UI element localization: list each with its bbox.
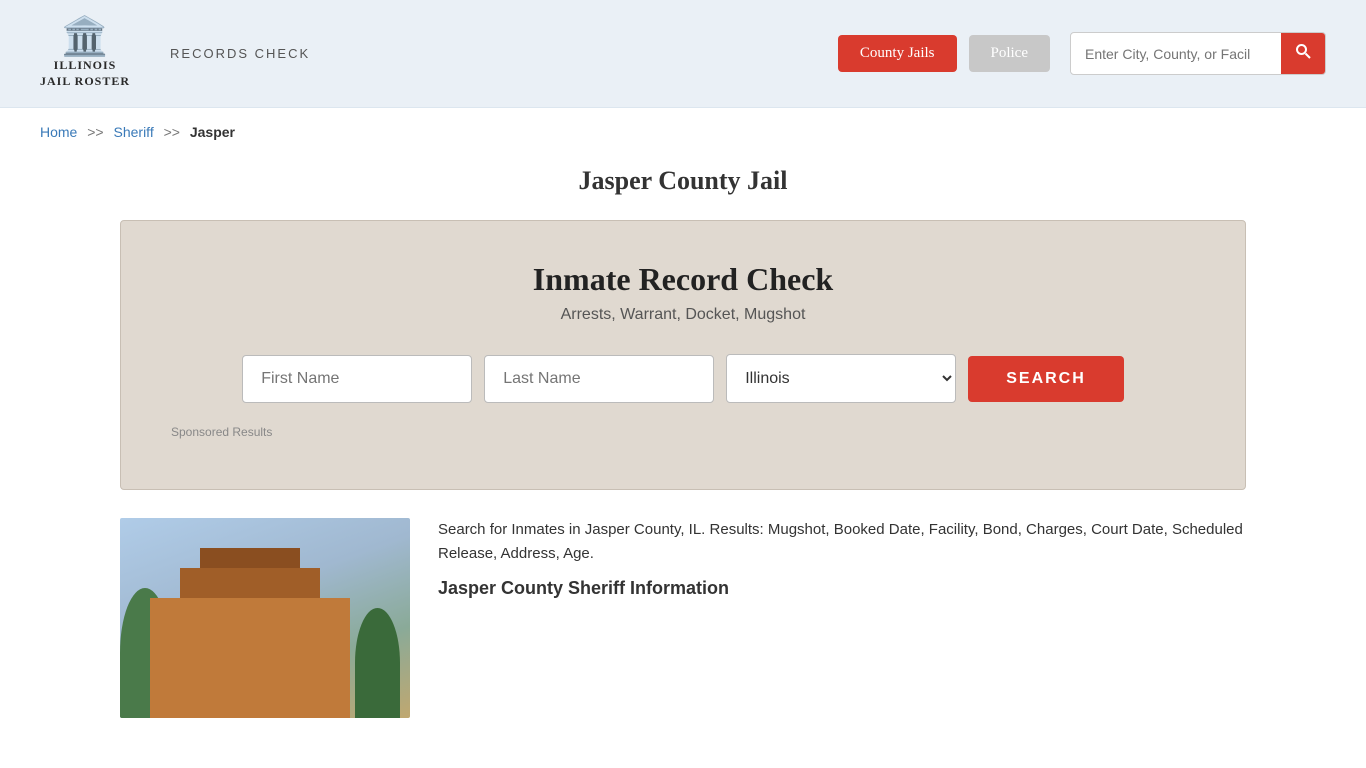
building-base-decoration	[150, 598, 350, 718]
header-search-bar	[1070, 32, 1326, 75]
jail-building-image	[120, 518, 410, 718]
breadcrumb-current: Jasper	[190, 124, 235, 140]
page-title: Jasper County Jail	[40, 166, 1326, 196]
state-select[interactable]: AlabamaAlaskaArizonaArkansasCaliforniaCo…	[726, 354, 956, 403]
building-top-decoration	[180, 568, 320, 598]
inmate-record-check-box: Inmate Record Check Arrests, Warrant, Do…	[120, 220, 1246, 490]
breadcrumb-sep-1: >>	[87, 124, 103, 140]
site-logo[interactable]: 🏛️ ILLINOISJAIL ROSTER	[40, 18, 130, 89]
header-search-input[interactable]	[1071, 36, 1281, 72]
header-nav: County Jails Police	[838, 32, 1326, 75]
tree-right-decoration	[355, 608, 400, 718]
building-roof-decoration	[200, 548, 300, 568]
inmate-search-form: AlabamaAlaskaArizonaArkansasCaliforniaCo…	[171, 354, 1195, 403]
police-button[interactable]: Police	[969, 35, 1051, 72]
bottom-description: Search for Inmates in Jasper County, IL.…	[438, 518, 1246, 599]
first-name-input[interactable]	[242, 355, 472, 403]
breadcrumb: Home >> Sheriff >> Jasper	[0, 108, 1366, 156]
logo-flag-icon: 🏛️	[61, 18, 108, 56]
county-jails-button[interactable]: County Jails	[838, 35, 957, 72]
breadcrumb-sep-2: >>	[164, 124, 180, 140]
search-icon	[1295, 43, 1311, 59]
inmate-search-button[interactable]: SEARCH	[968, 356, 1124, 402]
records-check-label: RECORDS CHECK	[170, 46, 310, 61]
logo-text: ILLINOISJAIL ROSTER	[40, 58, 130, 89]
bottom-section: Search for Inmates in Jasper County, IL.…	[0, 518, 1366, 748]
header-search-button[interactable]	[1281, 33, 1325, 74]
sheriff-info-heading: Jasper County Sheriff Information	[438, 578, 1246, 599]
sponsored-label: Sponsored Results	[171, 425, 1195, 439]
bottom-description-text: Search for Inmates in Jasper County, IL.…	[438, 518, 1246, 566]
last-name-input[interactable]	[484, 355, 714, 403]
site-header: 🏛️ ILLINOISJAIL ROSTER RECORDS CHECK Cou…	[0, 0, 1366, 108]
inmate-box-title: Inmate Record Check	[171, 261, 1195, 298]
breadcrumb-home[interactable]: Home	[40, 124, 77, 140]
inmate-box-subtitle: Arrests, Warrant, Docket, Mugshot	[171, 306, 1195, 324]
breadcrumb-sheriff[interactable]: Sheriff	[114, 124, 154, 140]
